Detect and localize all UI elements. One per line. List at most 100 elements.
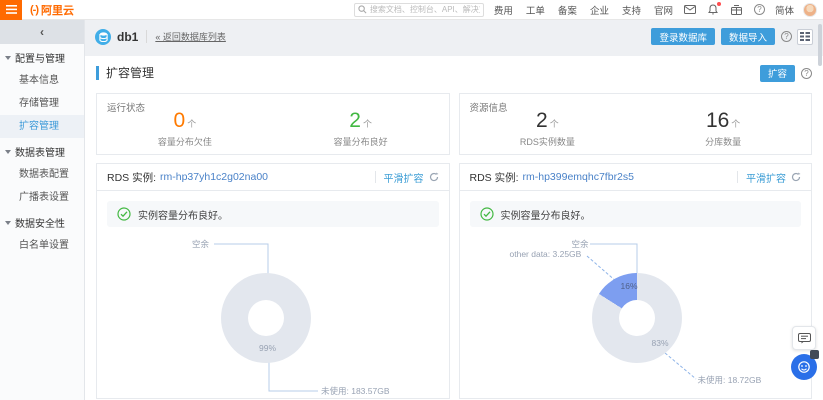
- stat-label: 容量分布良好: [273, 135, 449, 148]
- divider: [737, 171, 738, 183]
- nav-enterprise[interactable]: 企业: [590, 3, 609, 17]
- donut-ring: [592, 273, 682, 363]
- scrollbar-thumb[interactable]: [818, 24, 822, 66]
- sidebar-item-basic-info[interactable]: 基本信息: [0, 69, 84, 92]
- smooth-expand-link[interactable]: 平滑扩容: [384, 170, 424, 185]
- caret-down-icon: [5, 150, 11, 154]
- topbar-icons: ?: [684, 3, 766, 16]
- main-content: db1 « 返回数据库列表 登录数据库 数据导入 ? 扩容管理 扩容 ? 运行状…: [85, 20, 823, 400]
- caret-down-icon: [5, 221, 11, 225]
- sidebar-group-label: 数据安全性: [15, 215, 65, 230]
- aliyun-logo[interactable]: (-) 阿里云: [30, 2, 74, 18]
- sidebar-group-label: 配置与管理: [15, 50, 65, 65]
- expand-capacity-button[interactable]: 扩容: [760, 65, 795, 82]
- unused-size-label: 未使用: 18.72GB: [698, 374, 762, 386]
- status-strip: 实例容量分布良好。: [107, 201, 439, 227]
- nav-icp[interactable]: 备案: [558, 3, 577, 17]
- rds-instance-card-2: RDS 实例: rm-hp399emqhc7fbr2s5 平滑扩容 实例容量分布…: [459, 163, 813, 399]
- stat-capacity-good: 2个 容量分布良好: [273, 100, 449, 148]
- nav-support[interactable]: 支持: [622, 3, 641, 17]
- unused-percent-label: 99%: [259, 343, 276, 353]
- stat-label: RDS实例数量: [460, 135, 636, 148]
- rds-instance-id-link[interactable]: rm-hp399emqhc7fbr2s5: [523, 171, 634, 183]
- capacity-donut-chart: 空余 other data: 3.25GB 16% 83% 未使用: 18.72…: [460, 164, 812, 398]
- sidebar-item-whitelist[interactable]: 白名单设置: [0, 234, 84, 257]
- login-database-button[interactable]: 登录数据库: [651, 28, 715, 45]
- nav-website[interactable]: 官网: [654, 3, 673, 17]
- mail-icon[interactable]: [684, 3, 697, 16]
- stat-value: 2: [349, 109, 361, 132]
- page-title: db1: [117, 30, 138, 44]
- data-import-button[interactable]: 数据导入: [721, 28, 775, 45]
- rds-instance-label: RDS 实例:: [470, 170, 519, 185]
- run-status-title: 运行状态: [107, 100, 145, 114]
- rds-instance-card-1: RDS 实例: rm-hp37yh1c2g02na00 平滑扩容 实例容量分布良…: [96, 163, 450, 399]
- search-input[interactable]: [370, 5, 480, 14]
- layout-toggle-icon[interactable]: [797, 29, 813, 45]
- nav-billing[interactable]: 费用: [494, 3, 513, 17]
- rds-instance-id-link[interactable]: rm-hp37yh1c2g02na00: [160, 171, 268, 183]
- aliyun-logo-mark-icon: (-): [30, 4, 38, 16]
- sidebar-group-config-header[interactable]: 配置与管理: [0, 46, 84, 69]
- leader-lines: [97, 164, 449, 398]
- help-icon[interactable]: ?: [753, 3, 766, 16]
- app-box-icon[interactable]: [730, 3, 743, 16]
- header-help-icon[interactable]: ?: [781, 31, 792, 42]
- check-circle-icon: [480, 207, 494, 221]
- stat-label: 容量分布欠佳: [97, 135, 273, 148]
- feedback-button[interactable]: [792, 326, 816, 350]
- global-search[interactable]: [354, 3, 484, 17]
- topbar-nav: 费用 工单 备案 企业 支持 官网: [494, 3, 673, 17]
- section-header: 扩容管理 扩容 ?: [96, 63, 812, 83]
- sidebar-item-broadcast-table[interactable]: 广播表设置: [0, 186, 84, 209]
- stat-value: 2: [536, 109, 548, 132]
- run-status-box: 运行状态 0 个 容量分布欠佳 2个 容量分布良好: [96, 93, 450, 155]
- back-to-database-list-link[interactable]: « 返回数据库列表: [146, 30, 226, 43]
- aliyun-brand-name: 阿里云: [41, 2, 74, 18]
- sidebar: ‹ 配置与管理 基本信息 存储管理 扩容管理 数据表管理 数据表配置 广播表设置…: [0, 20, 85, 400]
- sidebar-item-expansion-mgmt[interactable]: 扩容管理: [0, 115, 84, 138]
- divider: [375, 171, 376, 183]
- stats-row: 运行状态 0个 容量分布欠佳 2个 容量分布良好 资源信息 2个: [96, 93, 812, 155]
- smooth-expand-link[interactable]: 平滑扩容: [746, 170, 786, 185]
- donut-ring: [221, 273, 311, 363]
- resource-info-title: 资源信息: [470, 100, 508, 114]
- user-avatar[interactable]: [803, 3, 817, 17]
- sidebar-collapse-button[interactable]: ‹: [0, 20, 84, 44]
- capacity-donut-chart: 空余 99% 未使用: 183.57GB: [97, 164, 449, 398]
- stat-value: 0: [174, 109, 186, 132]
- refresh-icon[interactable]: [429, 172, 439, 182]
- notification-bell-icon[interactable]: [707, 3, 720, 16]
- other-data-label: other data: 3.25GB: [510, 249, 582, 259]
- search-icon: [358, 5, 367, 14]
- robot-icon: [797, 360, 811, 374]
- section-title: 扩容管理: [96, 66, 154, 80]
- hamburger-menu-icon[interactable]: [0, 0, 22, 20]
- sidebar-item-storage-mgmt[interactable]: 存储管理: [0, 92, 84, 115]
- sidebar-item-table-config[interactable]: 数据表配置: [0, 163, 84, 186]
- stat-unit: 个: [550, 119, 559, 129]
- sidebar-group-label: 数据表管理: [15, 144, 65, 159]
- status-strip: 实例容量分布良好。: [470, 201, 802, 227]
- notification-dot: [717, 2, 721, 6]
- database-icon: [95, 29, 111, 45]
- sidebar-group-tables-header[interactable]: 数据表管理: [0, 140, 84, 163]
- stat-shard-count: 16个 分库数量: [635, 100, 811, 148]
- page-header: db1 « 返回数据库列表 登录数据库 数据导入 ?: [85, 20, 823, 53]
- caret-down-icon: [5, 56, 11, 60]
- sidebar-group-security-header[interactable]: 数据安全性: [0, 211, 84, 234]
- language-selector[interactable]: 简体: [775, 3, 794, 17]
- stat-unit: 个: [363, 119, 372, 129]
- sidebar-group-config: 配置与管理 基本信息 存储管理 扩容管理: [0, 46, 84, 138]
- status-text: 实例容量分布良好。: [138, 207, 228, 222]
- section-info-icon[interactable]: ?: [801, 68, 812, 79]
- refresh-icon[interactable]: [791, 172, 801, 182]
- check-circle-icon: [117, 207, 131, 221]
- nav-tickets[interactable]: 工单: [526, 3, 545, 17]
- chat-bubble-icon: [798, 333, 811, 344]
- instance-cards-row: RDS 实例: rm-hp37yh1c2g02na00 平滑扩容 实例容量分布良…: [96, 163, 812, 399]
- unused-size-label: 未使用: 183.57GB: [321, 385, 390, 397]
- other-data-percent-label: 16%: [621, 281, 638, 291]
- resource-info-box: 资源信息 2个 RDS实例数量 16个 分库数量: [459, 93, 813, 155]
- free-space-label: 空余: [192, 238, 209, 250]
